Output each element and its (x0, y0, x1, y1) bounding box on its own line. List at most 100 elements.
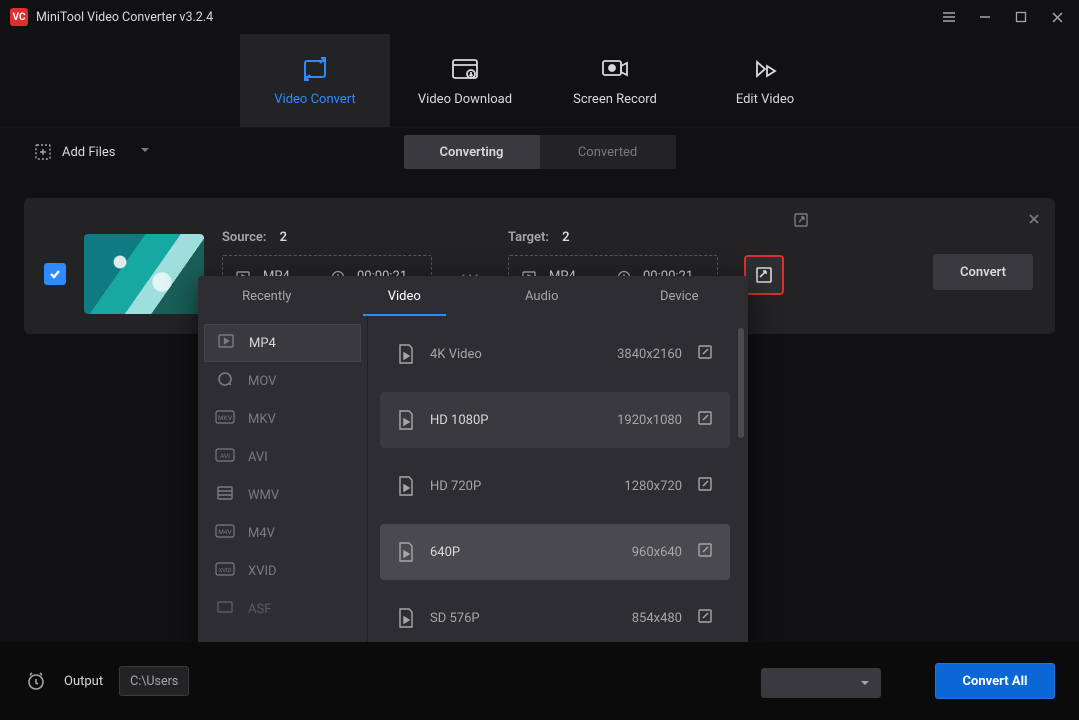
preset-4k[interactable]: 4K Video 3840x2160 (380, 326, 730, 382)
format-label: ASF (248, 602, 271, 617)
nav-label: Screen Record (573, 92, 657, 107)
convert-icon (297, 54, 333, 84)
m4v-icon: M4V (214, 524, 236, 542)
checkbox[interactable] (44, 263, 66, 285)
preset-name: HD 720P (430, 479, 580, 494)
tab-video[interactable]: Video (336, 276, 474, 316)
asf-icon (214, 600, 236, 618)
preset-resolution: 854x480 (592, 611, 682, 626)
convert-button[interactable]: Convert (933, 254, 1033, 290)
app-title: MiniTool Video Converter v3.2.4 (36, 10, 213, 25)
format-mov[interactable]: MOV (204, 362, 361, 400)
format-mp4[interactable]: MP4 (204, 324, 361, 362)
output-path-field[interactable]: C:\Users (119, 666, 189, 696)
edit-target-icon[interactable] (793, 212, 809, 232)
play-file-icon (394, 540, 418, 564)
nav-edit-video[interactable]: Edit Video (690, 34, 840, 127)
schedule-icon[interactable] (24, 669, 48, 693)
preset-name: HD 1080P (430, 413, 580, 428)
format-label: MOV (248, 374, 276, 389)
format-xvid[interactable]: XVID XVID (204, 552, 361, 590)
preset-name: 4K Video (430, 347, 580, 362)
conversion-tabs: Converting Converted (404, 135, 676, 169)
nav-video-convert[interactable]: Video Convert (240, 34, 390, 127)
svg-text:AVI: AVI (220, 453, 230, 460)
format-asf[interactable]: ASF (204, 590, 361, 628)
preset-name: 640P (430, 545, 580, 560)
add-files-label: Add Files (62, 145, 115, 160)
add-files-button[interactable]: Add Files (24, 137, 161, 167)
tab-converting[interactable]: Converting (404, 135, 540, 169)
video-thumbnail (84, 234, 204, 314)
close-card-icon[interactable] (1027, 212, 1041, 230)
menu-icon[interactable] (941, 9, 957, 25)
tab-converted[interactable]: Converted (540, 135, 676, 169)
output-path-value: C:\Users (130, 674, 178, 689)
output-label: Output (64, 674, 103, 689)
main-nav: Video Convert Video Download Screen Reco… (0, 34, 1079, 128)
format-mkv[interactable]: MKV MKV (204, 400, 361, 438)
nav-label: Video Convert (274, 92, 355, 107)
play-box-icon (215, 332, 237, 354)
convert-all-button[interactable]: Convert All (935, 663, 1055, 699)
bottom-bar: Output C:\Users Convert All (0, 642, 1079, 720)
format-label: AVI (248, 450, 268, 465)
format-label: MP4 (249, 336, 276, 351)
preset-name: SD 576P (430, 611, 580, 626)
record-icon (597, 54, 633, 84)
maximize-button[interactable] (1013, 9, 1029, 25)
preset-1080p[interactable]: HD 1080P 1920x1080 (380, 392, 730, 448)
play-file-icon (394, 408, 418, 432)
format-label: XVID (248, 564, 277, 579)
quality-select[interactable] (761, 668, 881, 698)
toolbar: Add Files Converting Converted (0, 128, 1079, 176)
format-label: WMV (248, 488, 279, 503)
svg-text:MKV: MKV (218, 415, 233, 422)
app-logo-icon: VC (10, 8, 28, 26)
edit-preset-icon[interactable] (694, 344, 716, 364)
add-file-icon (34, 143, 52, 161)
svg-text:XVID: XVID (219, 568, 232, 574)
format-label: MKV (248, 412, 276, 427)
format-avi[interactable]: AVI AVI (204, 438, 361, 476)
close-button[interactable] (1049, 9, 1065, 25)
format-list: MP4 MOV MKV MKV AVI AVI (198, 316, 368, 692)
preset-resolution: 960x640 (592, 545, 682, 560)
quicktime-icon (214, 370, 236, 392)
format-popup: Recently Video Audio Device MP4 MOV MKV (198, 276, 748, 692)
nav-label: Video Download (418, 92, 512, 107)
preset-576p[interactable]: SD 576P 854x480 (380, 590, 730, 646)
nav-screen-record[interactable]: Screen Record (540, 34, 690, 127)
source-count: 2 (280, 230, 287, 245)
play-file-icon (394, 474, 418, 498)
tab-device[interactable]: Device (611, 276, 749, 316)
edit-icon (747, 54, 783, 84)
preset-resolution: 1920x1080 (592, 413, 682, 428)
preset-720p[interactable]: HD 720P 1280x720 (380, 458, 730, 514)
chevron-down-icon (139, 144, 151, 160)
tab-recently[interactable]: Recently (198, 276, 336, 316)
nav-label: Edit Video (736, 92, 794, 107)
download-icon (447, 54, 483, 84)
nav-video-download[interactable]: Video Download (390, 34, 540, 127)
preset-640p[interactable]: 640P 960x640 (380, 524, 730, 580)
mkv-icon: MKV (214, 410, 236, 428)
edit-preset-icon[interactable] (694, 476, 716, 496)
format-wmv[interactable]: WMV (204, 476, 361, 514)
play-file-icon (394, 342, 418, 366)
popup-tabs: Recently Video Audio Device (198, 276, 748, 316)
avi-icon: AVI (214, 448, 236, 466)
edit-preset-icon[interactable] (694, 542, 716, 562)
minimize-button[interactable] (977, 9, 993, 25)
preset-scrollbar[interactable] (738, 328, 744, 628)
play-file-icon (394, 606, 418, 630)
source-label: Source: 2 (222, 230, 432, 245)
format-m4v[interactable]: M4V M4V (204, 514, 361, 552)
edit-preset-icon[interactable] (694, 608, 716, 628)
target-count: 2 (562, 230, 569, 245)
target-label: Target: 2 (508, 230, 718, 245)
edit-preset-icon[interactable] (694, 410, 716, 430)
tab-audio[interactable]: Audio (473, 276, 611, 316)
format-label: M4V (248, 526, 275, 541)
target-settings-button[interactable] (744, 255, 784, 295)
